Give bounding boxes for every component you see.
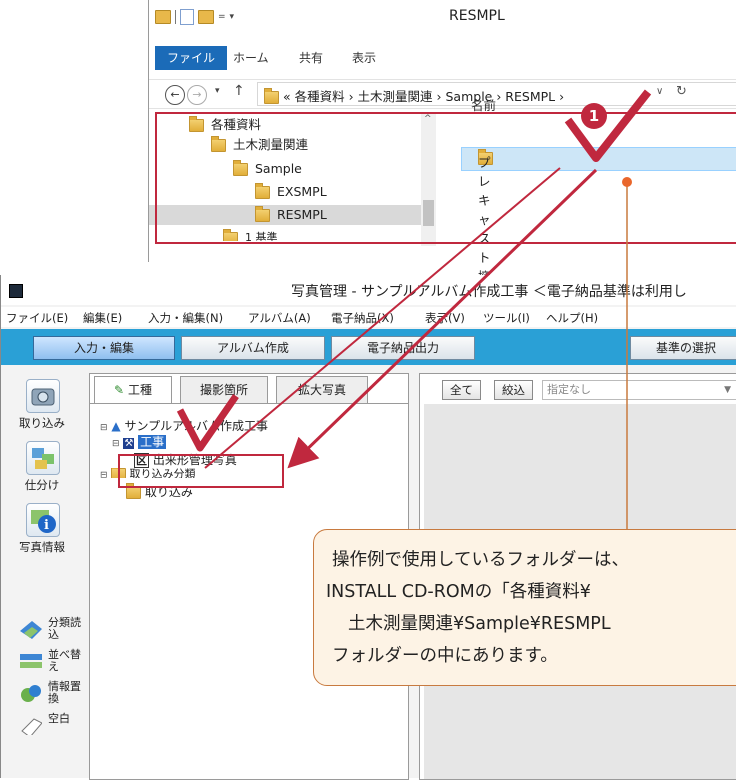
menu-bar: ファイル(E) 編集(E) 入力・編集(N) アルバム(A) 電子納品(X) 表… (1, 307, 736, 327)
svg-text:i: i (44, 518, 49, 533)
menu-album[interactable]: アルバム(A) (248, 310, 311, 326)
forward-icon[interactable]: → (187, 85, 207, 105)
filter-select[interactable]: 指定なし ▼ (542, 380, 736, 400)
reorder-icon (20, 654, 42, 668)
address-dropdown-icon[interactable]: ∨ (656, 86, 663, 97)
tab-shooting-location[interactable]: 撮影箇所 (180, 376, 268, 403)
show-all-button[interactable]: 全て (442, 380, 481, 400)
callout-box: 操作例で使用しているフォルダーは、 INSTALL CD-ROMの「各種資料¥ … (313, 529, 736, 686)
window-title: RESMPL (449, 8, 505, 24)
category-load-button[interactable]: 分類読込 (20, 617, 82, 643)
collapse-icon: ⊟ (100, 423, 108, 433)
recent-locations-icon[interactable]: ▾ (215, 86, 220, 96)
properties-icon[interactable] (180, 9, 194, 25)
photo-info-button[interactable]: i 写真情報 (2, 503, 82, 563)
replace-info-icon (21, 685, 41, 702)
menu-electronic[interactable]: 電子納品(X) (331, 310, 394, 326)
callout-text-line: フォルダーの中にあります。 (332, 646, 558, 666)
step-badge: 1 (581, 103, 607, 129)
tab-input-edit[interactable]: 入力・編集 (33, 336, 175, 360)
chevron-down-icon: ▼ (724, 385, 731, 395)
menu-edit[interactable]: 編集(E) (83, 310, 122, 326)
mode-tab-bar: 入力・編集 アルバム作成 電子納品出力 基準の選択 (1, 329, 736, 365)
photo-manager-window: 写真管理 - サンプルアルバム作成工事 ＜電子納品基準は利用し ファイル(E) … (0, 275, 736, 780)
folder-icon (155, 10, 171, 24)
app-titlebar: 写真管理 - サンプルアルバム作成工事 ＜電子納品基準は利用し (1, 275, 736, 305)
filter-button[interactable]: 絞込 (494, 380, 533, 400)
blank-button[interactable]: 空白 (20, 713, 82, 739)
dropdown-arrow-icon[interactable]: ▾ (230, 12, 235, 22)
new-folder-icon[interactable] (198, 10, 214, 24)
menu-tools[interactable]: ツール(I) (483, 310, 530, 326)
quick-access-toolbar: = ▾ (155, 9, 234, 25)
window-title: 写真管理 - サンプルアルバム作成工事 ＜電子納品基準は利用し (291, 284, 687, 300)
highlight-box (155, 112, 736, 244)
menu-file[interactable]: ファイル(E) (6, 310, 68, 326)
divider (90, 403, 408, 404)
sort-button[interactable]: 仕分け (2, 441, 82, 501)
address-box[interactable]: « 各種資料 › 土木測量関連 › Sample › RESMPL › ∨ ↻ (257, 82, 736, 106)
camera-icon (26, 379, 60, 413)
project-icon: ▲ (111, 419, 121, 433)
tab-view[interactable]: 表示 (352, 46, 376, 70)
sort-photos-icon (26, 441, 60, 475)
tab-work-type[interactable]: ✎ 工種 (94, 376, 172, 403)
replace-info-button[interactable]: 情報置換 (20, 681, 82, 707)
tab-file[interactable]: ファイル (155, 46, 228, 70)
tab-album[interactable]: アルバム作成 (181, 336, 325, 360)
divider (175, 10, 176, 24)
blank-page-icon (21, 718, 42, 735)
address-bar-row: ← → ▾ ↑ « 各種資料 › 土木測量関連 › Sample › RESMP… (149, 79, 736, 109)
callout-text-line: 操作例で使用しているフォルダーは、 (332, 550, 629, 570)
pencil-icon: ✎ (114, 383, 125, 397)
explorer-titlebar: = ▾ RESMPL (149, 0, 736, 34)
callout-text-line: 土木測量関連¥Sample¥RESMPL (348, 614, 611, 634)
menu-view[interactable]: 表示(V) (425, 310, 465, 326)
customize-qat-icon[interactable]: = (218, 12, 226, 22)
tab-standard-select[interactable]: 基準の選択 (630, 336, 736, 360)
folder-icon (264, 88, 279, 104)
up-icon[interactable]: ↑ (233, 83, 245, 99)
collapse-icon: ⊟ (100, 470, 108, 479)
back-icon[interactable]: ← (165, 85, 185, 105)
reorder-button[interactable]: 並べ替え (20, 649, 82, 675)
menu-input-edit[interactable]: 入力・編集(N) (148, 310, 223, 326)
work-icon: ⚒ (123, 438, 135, 449)
category-load-icon (20, 621, 42, 639)
info-icon: i (26, 503, 60, 537)
ribbon-tabs: ファイル ホーム 共有 表示 (149, 46, 736, 72)
tool-column: 取り込み 仕分け i 写真情報 分類読込 並べ替え 情報置換 空白 (2, 375, 82, 778)
collapse-icon: ⊟ (112, 439, 120, 449)
tab-home[interactable]: ホーム (233, 46, 269, 70)
tab-enlarged-photo[interactable]: 拡大写真 (276, 376, 368, 403)
app-icon (9, 284, 23, 298)
callout-text-line: INSTALL CD-ROMの「各種資料¥ (326, 582, 591, 602)
tab-electronic-output[interactable]: 電子納品出力 (331, 336, 475, 360)
import-button[interactable]: 取り込み (2, 379, 82, 439)
tree-node-work[interactable]: ⊟ ⚒ 工事 (112, 434, 167, 450)
tree-node-project[interactable]: ⊟ ▲ サンプルアルバム作成工事 (100, 418, 268, 434)
breadcrumb[interactable]: « 各種資料 › 土木測量関連 › Sample › RESMPL › (283, 89, 564, 104)
menu-help[interactable]: ヘルプ(H) (546, 310, 598, 326)
highlight-box (118, 454, 284, 488)
refresh-icon[interactable]: ↻ (676, 84, 687, 99)
tab-share[interactable]: 共有 (299, 46, 323, 70)
